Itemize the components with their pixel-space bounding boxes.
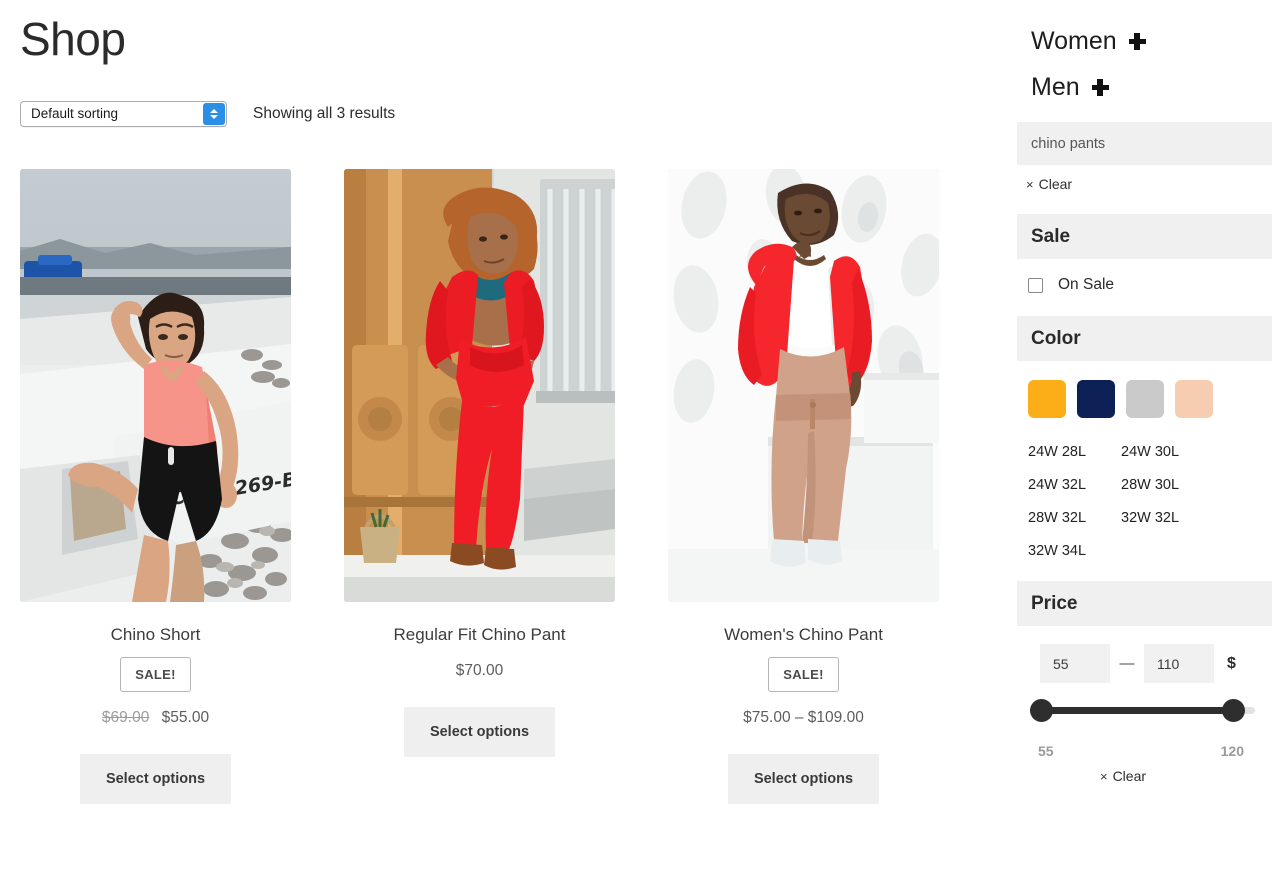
- color-swatch-navy[interactable]: [1077, 380, 1115, 418]
- plus-icon[interactable]: [1128, 33, 1146, 50]
- product-title[interactable]: Chino Short: [20, 625, 291, 645]
- sort-select[interactable]: Default sorting: [20, 100, 227, 127]
- sidebar: Women Men chino pants × Clear Sale On Sa…: [1017, 0, 1272, 870]
- clear-search-tag-label: Clear: [1038, 176, 1073, 192]
- on-sale-label: On Sale: [1058, 276, 1115, 293]
- product-price: $69.00 $55.00: [20, 709, 291, 727]
- size-option[interactable]: 28W 30L: [1121, 477, 1214, 493]
- product-action-wrap: Select options: [20, 753, 291, 804]
- price-current: $70.00: [455, 661, 504, 679]
- slider-min-label: 55: [1038, 743, 1054, 759]
- size-option[interactable]: 24W 28L: [1028, 444, 1121, 460]
- active-search-tag[interactable]: chino pants: [1017, 122, 1272, 165]
- slider-max-label: 120: [1220, 743, 1244, 759]
- close-icon: ×: [1099, 768, 1108, 784]
- product-image[interactable]: [668, 168, 939, 602]
- result-count: Showing all 3 results: [253, 104, 396, 122]
- color-swatch-list: [1017, 361, 1272, 418]
- sale-badge-wrap: SALE!: [668, 656, 939, 692]
- size-option[interactable]: 32W 32L: [1121, 510, 1214, 526]
- size-option[interactable]: 24W 32L: [1028, 477, 1121, 493]
- slider-range-labels: 55 120: [1022, 700, 1252, 759]
- clear-price-filter-link[interactable]: × Clear: [1022, 759, 1252, 784]
- product-card[interactable]: Regular Fit Chino Pant $70.00 Select opt…: [344, 168, 615, 804]
- shop-page: Shop Default sorting Showing all 3 resul…: [0, 0, 1272, 870]
- sidebar-item-label: Women: [1031, 27, 1117, 55]
- size-option[interactable]: 32W 34L: [1028, 543, 1121, 559]
- product-image[interactable]: [344, 168, 615, 602]
- product-grid: CO-26269-BM: [20, 168, 1000, 804]
- price-original: $69.00: [101, 708, 150, 726]
- main-content: Shop Default sorting Showing all 3 resul…: [0, 0, 1000, 870]
- color-filter-heading: Color: [1017, 316, 1272, 361]
- product-image[interactable]: CO-26269-BM: [20, 168, 291, 602]
- plus-icon[interactable]: [1091, 79, 1109, 96]
- price-max-input[interactable]: 110: [1144, 644, 1214, 683]
- sidebar-item-men[interactable]: Men: [1017, 73, 1272, 102]
- product-action-wrap: Select options: [344, 706, 615, 757]
- product-card[interactable]: CO-26269-BM: [20, 168, 291, 804]
- select-options-button[interactable]: Select options: [79, 753, 232, 804]
- active-search-tag-label: chino pants: [1031, 135, 1106, 152]
- status-badge: SALE!: [768, 656, 839, 692]
- close-icon: ×: [1026, 176, 1034, 192]
- price-range-inputs: 55 — 110 $: [1017, 626, 1272, 683]
- on-sale-filter-row[interactable]: On Sale: [1017, 259, 1272, 294]
- price-min-input[interactable]: 55: [1040, 644, 1110, 683]
- clear-price-label: Clear: [1112, 768, 1147, 784]
- clear-search-tag-link[interactable]: × Clear: [1017, 165, 1272, 192]
- color-swatch-amber[interactable]: [1028, 380, 1066, 418]
- select-options-button[interactable]: Select options: [727, 753, 880, 804]
- status-badge: SALE!: [120, 656, 191, 692]
- page-title: Shop: [20, 13, 126, 65]
- sale-badge-wrap: SALE!: [20, 656, 291, 692]
- size-option[interactable]: 28W 32L: [1028, 510, 1121, 526]
- size-filter-list: 24W 28L 24W 30L 24W 32L 28W 30L 28W 32L …: [1017, 418, 1272, 559]
- product-price: $75.00 – $109.00: [668, 709, 939, 727]
- color-swatch-peach[interactable]: [1175, 380, 1213, 418]
- product-title[interactable]: Regular Fit Chino Pant: [344, 625, 615, 645]
- currency-symbol: $: [1227, 654, 1236, 672]
- price-current: $55.00: [161, 708, 210, 726]
- price-current: $75.00 – $109.00: [743, 708, 864, 726]
- sidebar-item-label: Men: [1031, 73, 1080, 101]
- sort-select-value: Default sorting: [31, 106, 119, 122]
- sidebar-item-women[interactable]: Women: [1017, 27, 1272, 56]
- color-swatch-light-gray[interactable]: [1126, 380, 1164, 418]
- on-sale-checkbox[interactable]: [1028, 277, 1043, 293]
- sale-filter-heading: Sale: [1017, 214, 1272, 259]
- select-options-button[interactable]: Select options: [403, 706, 556, 757]
- product-price: $70.00: [344, 662, 615, 680]
- chevron-updown-icon[interactable]: [203, 102, 225, 125]
- size-option[interactable]: 24W 30L: [1121, 444, 1214, 460]
- price-filter-heading: Price: [1017, 581, 1272, 626]
- product-action-wrap: Select options: [668, 753, 939, 804]
- price-range-slider[interactable]: 55 120 × Clear: [1017, 683, 1255, 784]
- product-card[interactable]: Women's Chino Pant SALE! $75.00 – $109.0…: [668, 168, 939, 804]
- price-range-separator: —: [1119, 655, 1135, 672]
- product-title[interactable]: Women's Chino Pant: [668, 625, 939, 645]
- shop-toolbar: Default sorting Showing all 3 results: [20, 100, 1000, 127]
